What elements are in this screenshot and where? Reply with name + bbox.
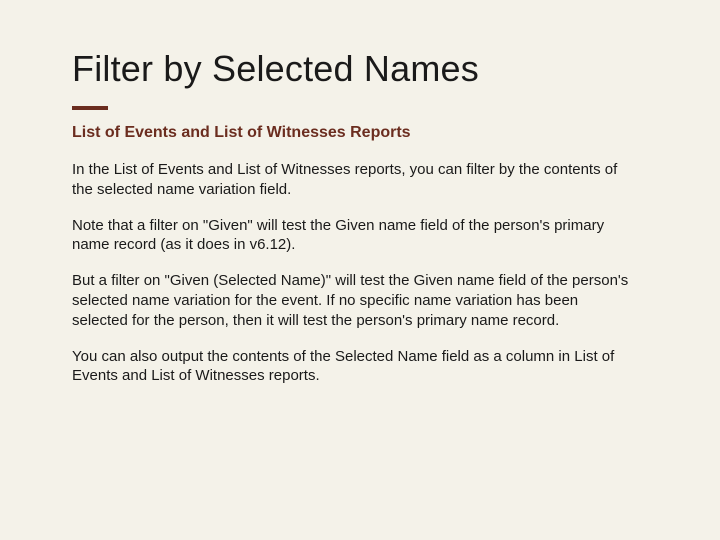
subtitle: List of Events and List of Witnesses Rep…	[72, 124, 648, 142]
body-paragraph: In the List of Events and List of Witnes…	[72, 160, 632, 200]
body-paragraph: You can also output the contents of the …	[72, 347, 632, 387]
title-accent-bar	[72, 106, 108, 110]
body-paragraph: But a filter on "Given (Selected Name)" …	[72, 271, 632, 330]
body-paragraph: Note that a filter on "Given" will test …	[72, 216, 632, 256]
page-title: Filter by Selected Names	[72, 48, 648, 90]
slide: Filter by Selected Names List of Events …	[0, 0, 720, 442]
